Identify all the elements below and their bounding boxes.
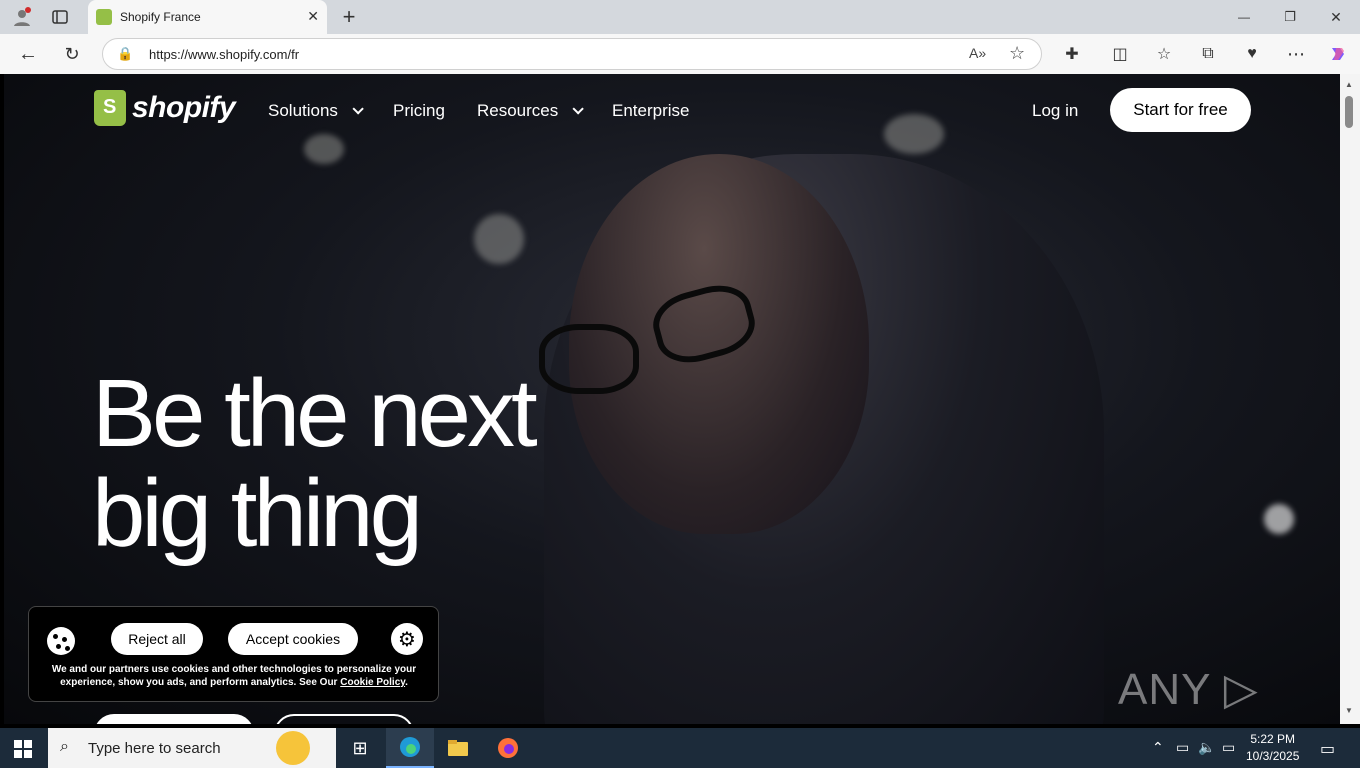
hero-line-1: Be the next <box>92 360 538 467</box>
nav-enterprise-label: Enterprise <box>612 101 690 120</box>
task-view-icon[interactable]: ⊞ <box>336 728 384 768</box>
cookie-notice-text: We and our partners use cookies and othe… <box>39 663 429 689</box>
network-icon[interactable]: ▭ <box>1222 739 1235 756</box>
hero-line-2: big thing <box>92 460 423 567</box>
windows-start-icon[interactable] <box>14 740 32 758</box>
windows-taskbar: ⌕ Type here to search ⊞ ⌃ ▭ 🔈 ▭ 5:22 PM … <box>0 728 1360 768</box>
refresh-icon[interactable]: ↻ <box>60 42 84 66</box>
volume-icon[interactable]: 🔈 <box>1198 739 1215 756</box>
tab-close-icon[interactable]: ✕ <box>307 8 319 25</box>
notification-icon[interactable]: ▭ <box>1320 739 1335 759</box>
taskbar-search-placeholder: Type here to search <box>88 740 221 757</box>
anyrun-watermark: ANY ▷ RUN <box>1118 665 1259 724</box>
shopify-favicon-icon <box>96 9 112 25</box>
read-aloud-icon[interactable]: A» <box>969 45 986 61</box>
edge-browser-icon[interactable] <box>386 728 434 768</box>
copilot-icon[interactable] <box>1326 42 1350 66</box>
chevron-down-icon <box>352 103 364 115</box>
bokeh-light <box>474 214 524 264</box>
browser-essentials-icon[interactable]: ♥ <box>1240 42 1264 66</box>
tab-title: Shopify France <box>120 10 201 24</box>
nav-pricing[interactable]: Pricing <box>393 101 445 121</box>
taskbar-search-box[interactable]: ⌕ Type here to search <box>48 728 336 768</box>
shopify-logo[interactable]: shopify <box>94 90 236 126</box>
clock-date: 10/3/2025 <box>1246 749 1300 763</box>
collections-icon[interactable]: ⧉ <box>1196 42 1220 66</box>
weather-sun-icon[interactable] <box>276 731 310 765</box>
nav-solutions-label: Solutions <box>268 101 338 120</box>
accept-cookies-button[interactable]: Accept cookies <box>228 623 358 655</box>
login-link[interactable]: Log in <box>1032 101 1078 121</box>
scroll-down-icon[interactable]: ▼ <box>1345 706 1353 715</box>
logo-text: shopify <box>132 91 236 124</box>
cookie-settings-gear-icon[interactable]: ⚙ <box>391 623 423 655</box>
hero-headline: Be the next big thing <box>92 360 538 567</box>
scrollbar-thumb[interactable] <box>1345 96 1353 128</box>
tray-chevron-up-icon[interactable]: ⌃ <box>1152 739 1164 756</box>
shopify-bag-icon <box>94 90 126 126</box>
lock-icon[interactable]: 🔒 <box>117 46 133 62</box>
nav-solutions[interactable]: Solutions <box>268 101 364 121</box>
taskbar-clock[interactable]: 5:22 PM 10/3/2025 <box>1246 731 1299 765</box>
chevron-down-icon <box>572 103 585 115</box>
back-arrow-icon[interactable]: ← <box>16 42 40 66</box>
close-window-button[interactable]: ✕ <box>1324 6 1348 28</box>
start-for-free-button[interactable]: Start for free <box>1110 88 1251 132</box>
glasses-left-lens <box>539 324 639 394</box>
browser-tab-bar: Shopify France ✕ + — ❐ ✕ <box>0 0 1360 34</box>
hero-secondary-button[interactable] <box>274 714 414 724</box>
address-toolbar: ← ↻ 🔒 https://www.shopify.com/fr A» ☆ ✚ … <box>0 34 1360 74</box>
address-bar[interactable]: 🔒 https://www.shopify.com/fr A» ☆ <box>102 38 1042 70</box>
firefox-icon[interactable] <box>484 728 532 768</box>
bokeh-light <box>884 114 944 154</box>
cookie-policy-link[interactable]: Cookie Policy <box>340 677 405 688</box>
profile-icon[interactable] <box>10 6 34 28</box>
bokeh-light <box>1264 504 1294 534</box>
bokeh-light <box>304 134 344 164</box>
restore-button[interactable]: ❐ <box>1278 6 1302 28</box>
cookie-notice-period: . <box>405 677 408 688</box>
cookie-icon <box>47 627 75 655</box>
minimize-button[interactable]: — <box>1232 6 1256 28</box>
extensions-icon[interactable]: ✚ <box>1060 42 1084 66</box>
hero-primary-button[interactable] <box>94 714 254 724</box>
nav-pricing-label: Pricing <box>393 101 445 120</box>
nav-enterprise[interactable]: Enterprise <box>612 101 689 121</box>
favorite-star-icon[interactable]: ☆ <box>1009 43 1025 64</box>
search-icon: ⌕ <box>60 738 69 755</box>
tray-meet-icon[interactable]: ▭ <box>1176 739 1189 756</box>
browser-tab-active[interactable]: Shopify France ✕ <box>88 0 327 34</box>
more-menu-icon[interactable]: ⋯ <box>1284 42 1308 66</box>
favorites-icon[interactable]: ☆ <box>1152 42 1176 66</box>
scroll-up-icon[interactable]: ▲ <box>1345 80 1353 89</box>
split-screen-icon[interactable]: ◫ <box>1108 42 1132 66</box>
tab-actions-icon[interactable] <box>48 6 72 28</box>
nav-resources[interactable]: Resources <box>477 101 585 121</box>
page-scrollbar[interactable]: ▲ ▼ <box>1340 74 1360 724</box>
new-tab-button[interactable]: + <box>336 4 362 30</box>
url-text[interactable]: https://www.shopify.com/fr <box>149 47 299 62</box>
nav-resources-label: Resources <box>477 101 559 120</box>
file-explorer-icon[interactable] <box>434 728 482 768</box>
clock-time: 5:22 PM <box>1250 732 1296 746</box>
cookie-banner: Reject all Accept cookies ⚙ We and our p… <box>28 606 439 702</box>
reject-all-button[interactable]: Reject all <box>111 623 203 655</box>
web-page: shopify Solutions Pricing Resources Ente… <box>4 74 1340 724</box>
